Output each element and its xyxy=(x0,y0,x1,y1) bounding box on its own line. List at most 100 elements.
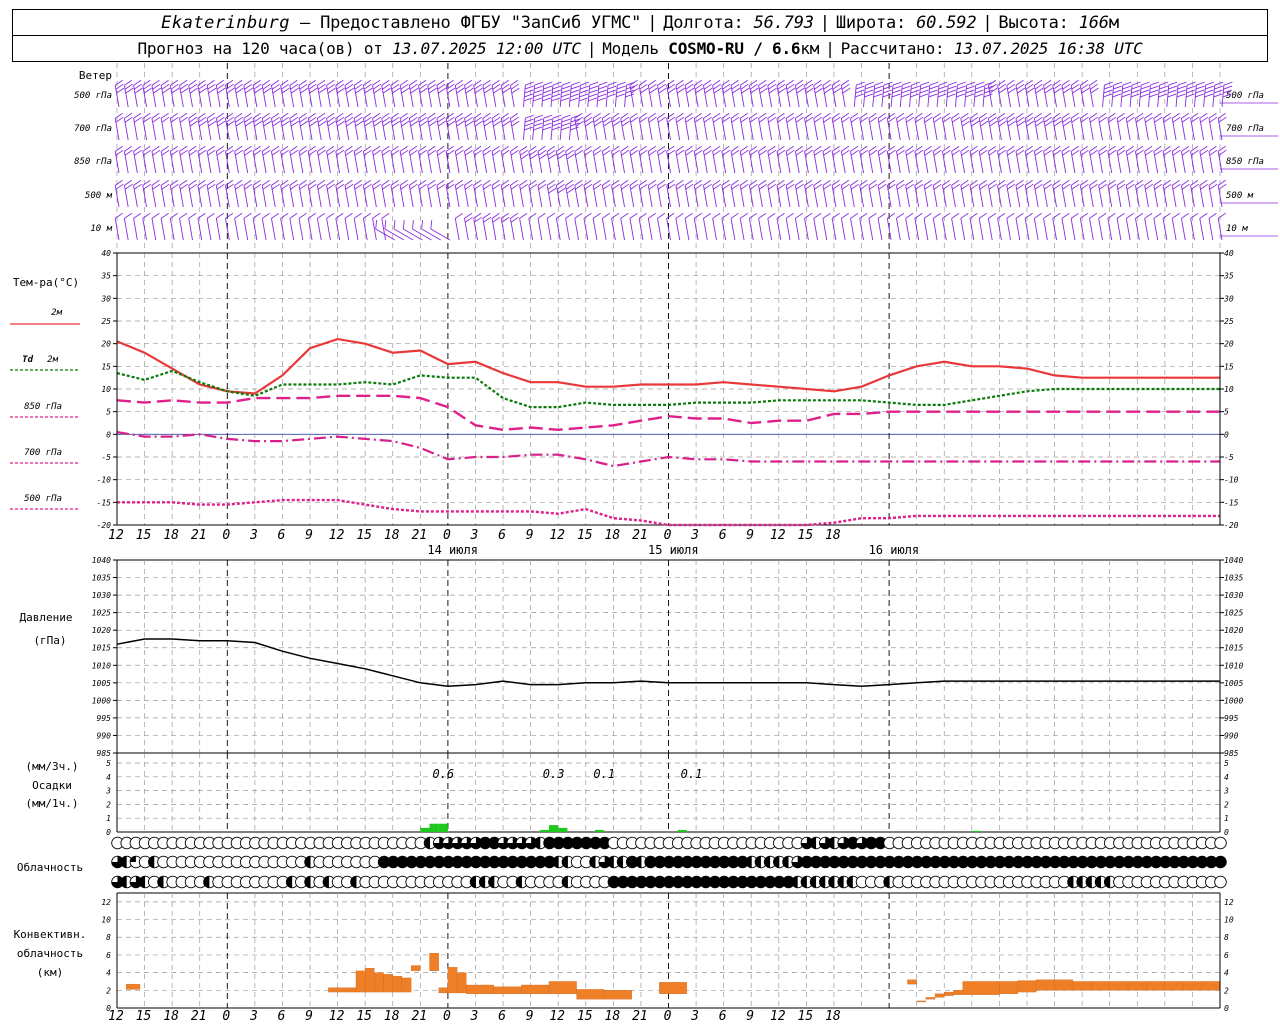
wind-barb-staff xyxy=(546,218,552,241)
wind-barb-feather xyxy=(344,145,353,152)
wind-barb-feather xyxy=(833,87,842,94)
x-tick-label-bottom: 15 xyxy=(798,1009,814,1024)
wind-barb-feather xyxy=(721,79,730,86)
precip-bar xyxy=(677,829,687,832)
wind-barb-feather xyxy=(947,85,957,90)
wind-barb xyxy=(969,112,980,141)
wind-barb xyxy=(427,145,437,174)
wind-barb-feather xyxy=(409,183,418,190)
precip-tick-label: 0 xyxy=(1224,828,1229,837)
wind-barb xyxy=(399,112,410,141)
convective-bar xyxy=(944,991,954,996)
wind-barb xyxy=(927,81,939,108)
wind-barb-feather xyxy=(932,179,941,186)
pressure-tick-label: 1025 xyxy=(1224,609,1243,618)
wind-barb-feather xyxy=(401,120,410,127)
wind-barb-feather xyxy=(456,87,465,94)
cloud-symbol-fill xyxy=(1214,856,1227,868)
wind-barb-feather xyxy=(307,179,316,186)
pressure-tick-label: 1005 xyxy=(1224,679,1243,688)
wind-barb-feather xyxy=(474,120,483,127)
wind-barb-staff xyxy=(1098,218,1103,241)
wind-barb-feather xyxy=(1024,79,1033,86)
wind-barb-feather xyxy=(571,81,580,86)
wind-barb xyxy=(730,212,739,241)
wind-barb xyxy=(151,112,161,141)
wind-barb-feather xyxy=(1154,183,1163,190)
wind-barb-feather xyxy=(951,145,960,152)
wind-barb-feather xyxy=(1181,145,1190,152)
convective-bar xyxy=(493,986,522,994)
wind-barb xyxy=(863,81,875,108)
wind-barb-feather xyxy=(1099,116,1108,123)
wind-barb xyxy=(381,145,391,174)
wind-barb xyxy=(1089,79,1099,108)
wind-barb-feather xyxy=(1126,179,1134,186)
wind-barb xyxy=(794,79,805,108)
wind-barb-feather xyxy=(648,212,657,219)
wind-barb-feather xyxy=(427,79,436,86)
wind-barb-feather xyxy=(1061,145,1070,152)
wind-barb-feather xyxy=(1107,112,1116,119)
wind-barb-feather xyxy=(179,149,188,156)
wind-barb-feather xyxy=(114,112,123,119)
wind-barb-feather xyxy=(713,83,722,90)
wind-barb-feather xyxy=(1153,112,1162,119)
pressure-tick-label: 990 xyxy=(97,731,112,740)
wind-barb-feather xyxy=(1071,116,1080,123)
wind-barb xyxy=(568,81,580,108)
wind-barb-feather xyxy=(795,83,804,90)
wind-barb-feather xyxy=(510,145,519,152)
wind-barb-staff xyxy=(289,218,295,241)
wind-barb xyxy=(169,79,180,108)
wind-barb-staff xyxy=(454,218,460,241)
wind-barb-staff xyxy=(519,218,524,241)
temp-tick-label: 25 xyxy=(101,317,111,326)
wind-level-label: 500 гПа xyxy=(1226,91,1264,101)
wind-barb xyxy=(206,112,217,141)
wind-barb-feather xyxy=(822,145,831,152)
wind-barb-feather xyxy=(225,212,234,219)
wind-barb-feather xyxy=(574,112,583,119)
wind-barb xyxy=(923,112,933,141)
wind-barb-feather xyxy=(1162,112,1171,119)
x-tick-label: 0 xyxy=(222,528,230,543)
wind-barb xyxy=(151,212,160,241)
wind-barb-feather xyxy=(473,112,482,119)
wind-barb-feather xyxy=(1181,112,1190,119)
wind-barb-feather xyxy=(344,79,353,86)
wind-barb-feather xyxy=(243,145,252,152)
wind-barb-feather xyxy=(583,212,592,219)
conv-unit: (км) xyxy=(37,966,64,979)
wind-barb-feather xyxy=(427,179,436,186)
wind-barb-feather xyxy=(804,145,813,152)
wind-barb xyxy=(647,179,657,208)
wind-barb-feather xyxy=(873,89,883,94)
wind-barb-feather xyxy=(363,149,372,156)
convective-bar xyxy=(907,979,917,985)
wind-barb-feather xyxy=(502,87,511,94)
wind-barb xyxy=(1111,81,1123,108)
wind-barb-feather xyxy=(510,149,519,156)
wind-barb xyxy=(592,212,601,241)
wind-barb-feather xyxy=(1195,85,1205,90)
wind-barb-feather xyxy=(975,81,985,86)
wind-barb xyxy=(684,79,695,108)
wind-barb xyxy=(629,212,638,241)
wind-barb-feather xyxy=(1213,93,1223,98)
wind-barb-feather xyxy=(124,79,133,86)
wind-barb xyxy=(850,112,859,141)
wind-barb-feather xyxy=(675,79,684,86)
wind-barb xyxy=(748,212,758,241)
wind-barb-feather xyxy=(261,145,270,152)
wind-barb xyxy=(614,81,626,108)
wind-barb-feather xyxy=(473,79,482,86)
wind-barb-feather xyxy=(686,87,695,94)
wind-barb xyxy=(188,212,197,241)
wind-barb-feather xyxy=(445,179,454,186)
wind-barb-feather xyxy=(252,112,261,119)
wind-barb-feather xyxy=(749,79,758,86)
wind-barb-feather xyxy=(713,149,722,156)
wind-barb-feather xyxy=(143,87,152,94)
wind-barb-staff xyxy=(1138,85,1142,108)
